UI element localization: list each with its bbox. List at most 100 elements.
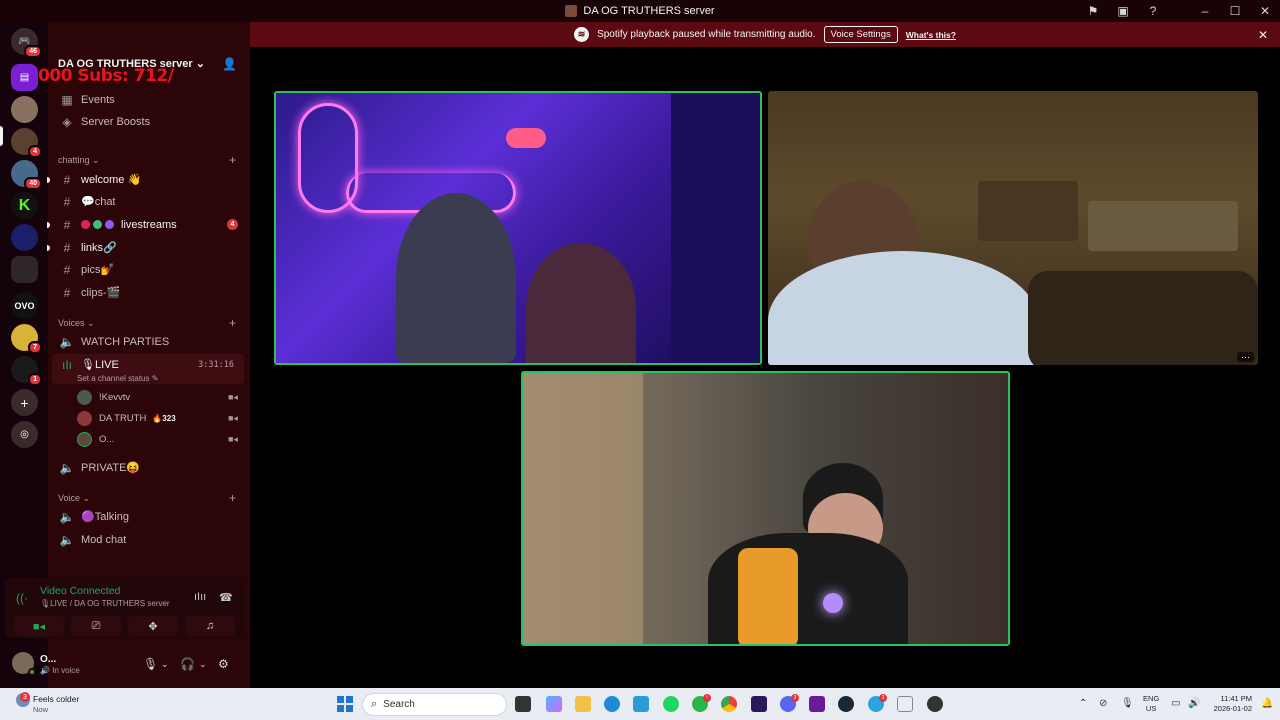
channel-welcome[interactable]: # welcome 👋	[47, 169, 244, 190]
server-item[interactable]	[11, 96, 38, 123]
channel-livestreams[interactable]: # livestreams 4	[47, 214, 244, 235]
edge-icon[interactable]	[604, 696, 620, 712]
server-ovo[interactable]: OVO	[11, 292, 38, 319]
spotify-icon[interactable]	[663, 696, 679, 712]
chrome-icon[interactable]	[721, 696, 737, 712]
flag-icon[interactable]: ⚑	[1078, 4, 1108, 18]
volume-icon[interactable]: 🔊	[1188, 698, 1200, 709]
user-status-label: In voice	[52, 666, 80, 675]
network-off-icon[interactable]: ⊘	[1099, 698, 1107, 709]
weather-badge: 3	[20, 692, 30, 702]
server-item[interactable]: 4	[11, 128, 42, 158]
discover-button[interactable]: ◎	[11, 421, 38, 448]
voice-status-subtitle[interactable]: 🎙LIVE / DA OG TRUTHERS server	[40, 599, 170, 608]
notification-bell-icon[interactable]: 🔔	[1261, 698, 1273, 709]
camera-button[interactable]: ■◂	[14, 616, 64, 636]
channel-watch-parties[interactable]: 🔈 WATCH PARTIES	[52, 331, 244, 352]
home-button[interactable]: 🎮 46	[11, 28, 42, 58]
store-icon[interactable]	[633, 696, 649, 712]
mic-icon[interactable]: 🎙	[143, 657, 158, 671]
add-channel-icon[interactable]: +	[229, 316, 236, 330]
more-options-button[interactable]: ···	[1237, 352, 1254, 362]
voice-active-icon: ıIı	[61, 358, 72, 372]
mic-icon[interactable]: 🎙	[1121, 698, 1134, 709]
chevron-down-icon[interactable]: ⌄	[161, 659, 169, 670]
channel-label: WATCH PARTIES	[81, 335, 170, 348]
server-boosts-label: Server Boosts	[81, 115, 151, 128]
premiere-icon[interactable]	[751, 696, 767, 712]
maximize-icon[interactable]: ☐	[1220, 4, 1250, 18]
minimize-icon[interactable]: –	[1190, 4, 1220, 18]
screen-share-button[interactable]: ⎚	[71, 616, 121, 636]
voice-member[interactable]: O...	[77, 430, 114, 448]
copilot-icon[interactable]	[546, 696, 562, 712]
language-indicator[interactable]: ENG US	[1143, 694, 1159, 714]
voice-status-title[interactable]: Video Connected	[40, 585, 120, 597]
events-item[interactable]: ▦ Events	[52, 89, 244, 110]
server-item[interactable]: 40	[11, 160, 42, 190]
username[interactable]: O...	[40, 654, 56, 665]
server-kick[interactable]: K	[11, 192, 38, 219]
video-tile[interactable]: ···	[768, 91, 1258, 365]
disconnect-icon[interactable]: ☎	[219, 591, 233, 604]
channel-label: 🎙LIVE	[81, 359, 119, 371]
channel-pics[interactable]: # pics💅	[52, 259, 244, 280]
server-streamer[interactable]: ▤	[11, 64, 38, 91]
inbox-icon[interactable]: ▣	[1108, 4, 1138, 18]
channel-label: welcome 👋	[81, 174, 142, 186]
add-server-button[interactable]: +	[11, 389, 38, 416]
channel-chat[interactable]: # 💬chat	[52, 191, 244, 212]
channel-talking[interactable]: 🔈 🟣Talking	[52, 506, 244, 527]
server-boosts-item[interactable]: ◈ Server Boosts	[52, 111, 244, 132]
speaker-icon: 🔈	[59, 334, 75, 349]
camera-icon: ■◂	[228, 392, 238, 402]
next-app-icon[interactable]	[809, 696, 825, 712]
noise-suppression-icon[interactable]: ıIıı	[194, 591, 206, 603]
channel-private[interactable]: 🔈 PRIVATE😝	[52, 457, 244, 478]
add-channel-icon[interactable]: +	[229, 153, 236, 167]
start-button[interactable]	[337, 696, 353, 712]
headset-icon[interactable]: 🎧	[180, 657, 195, 671]
soundboard-button[interactable]: ♫	[185, 616, 235, 636]
obs-icon[interactable]	[927, 696, 943, 712]
category-voices[interactable]: Voices ⌄	[58, 318, 95, 329]
channel-links[interactable]: # links🔗	[47, 237, 244, 258]
video-tile[interactable]	[521, 371, 1010, 646]
close-icon[interactable]: ✕	[1250, 4, 1280, 18]
file-explorer-icon[interactable]	[575, 696, 591, 712]
clock-date: 2026-01-02	[1213, 704, 1252, 713]
channel-status-link[interactable]: Set a channel status ✎	[77, 374, 158, 383]
display-icon[interactable]: ▭	[1171, 698, 1180, 709]
category-voice[interactable]: Voice ⌄	[58, 493, 90, 504]
voice-member[interactable]: DA TRUTH 🔥323	[77, 409, 176, 427]
chevron-down-icon[interactable]: ⌄	[199, 659, 207, 670]
channel-label: 💬chat	[81, 196, 116, 208]
weather-title[interactable]: Feels colder	[33, 694, 79, 704]
snipping-tool-icon[interactable]	[897, 696, 913, 712]
blur-foreground	[523, 373, 643, 644]
member-name: O...	[99, 433, 115, 445]
close-icon[interactable]: ✕	[1258, 28, 1268, 42]
channel-mod-chat[interactable]: 🔈 Mod chat	[52, 529, 244, 550]
invite-icon[interactable]: 👤	[222, 57, 237, 71]
settings-gear-icon[interactable]: ⚙	[218, 657, 229, 671]
active-server-pill	[0, 126, 3, 146]
server-item[interactable]: 1	[11, 356, 42, 386]
whats-this-link[interactable]: What's this?	[906, 30, 956, 40]
chevron-up-icon[interactable]: ⌃	[1079, 698, 1087, 709]
task-view-icon[interactable]	[515, 696, 531, 712]
steam-icon[interactable]	[838, 696, 854, 712]
activities-button[interactable]: ✥	[128, 616, 178, 636]
add-channel-icon[interactable]: +	[229, 491, 236, 505]
system-clock[interactable]: 11:41 PM 2026-01-02	[1204, 694, 1252, 714]
category-chatting[interactable]: chatting ⌄	[58, 155, 100, 166]
video-tile[interactable]	[274, 91, 762, 365]
voice-settings-button[interactable]: Voice Settings	[823, 26, 898, 43]
help-icon[interactable]: ?	[1138, 4, 1168, 18]
server-item[interactable]	[11, 256, 38, 283]
taskbar-search[interactable]: ⌕ Search	[362, 693, 507, 716]
voice-member[interactable]: !Kevvtv	[77, 388, 130, 406]
server-item[interactable]: 7	[11, 324, 42, 354]
server-item[interactable]	[11, 224, 38, 251]
channel-clips[interactable]: # clips-🎬	[52, 282, 244, 303]
